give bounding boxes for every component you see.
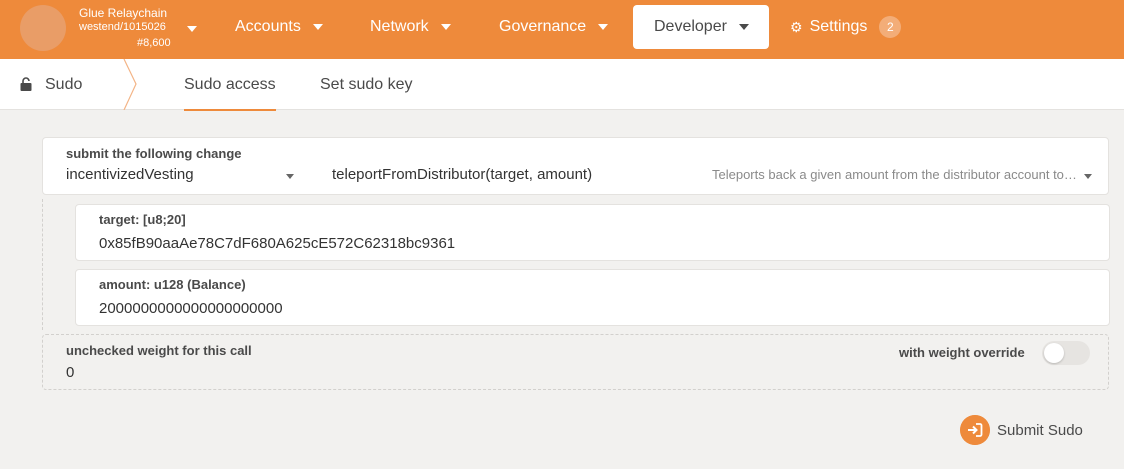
toggle-knob [1044, 343, 1064, 363]
nav-accounts[interactable]: Accounts [235, 5, 323, 49]
lock-icon [20, 77, 32, 91]
tab-sudo-access-label: Sudo access [184, 76, 276, 93]
gear-icon: ⚙ [790, 18, 803, 35]
chain-name: Glue Relaychain [79, 6, 168, 20]
chevron-down-icon [286, 174, 294, 179]
section-dropdown[interactable]: incentivizedVesting [66, 166, 296, 186]
tab-set-sudo-key[interactable]: Set sudo key [320, 59, 413, 110]
weight-override-label: with weight override [899, 345, 1025, 360]
chain-block-number: #8,600 [137, 37, 171, 49]
chevron-down-icon [738, 23, 749, 30]
param-amount: amount: u128 (Balance) [75, 269, 1110, 326]
param-target-input[interactable] [99, 233, 1089, 253]
nav-developer-label: Developer [654, 18, 727, 35]
nav-settings[interactable]: ⚙ Settings 2 [790, 5, 902, 49]
call-params: target: [u8;20] amount: u128 (Balance) [42, 199, 1110, 330]
method-description: Teleports back a given amount from the d… [712, 167, 1078, 182]
chevron-down-icon [312, 23, 323, 30]
nav-network-label: Network [370, 18, 429, 35]
nav-accounts-label: Accounts [235, 18, 301, 35]
chevron-down-icon [598, 23, 609, 30]
param-amount-input[interactable] [99, 298, 1089, 318]
weight-section: unchecked weight for this call 0 with we… [42, 334, 1109, 390]
sudo-section-label: Sudo [45, 76, 83, 93]
chain-version: westend/1015026 [79, 21, 166, 33]
method-dropdown[interactable]: teleportFromDistributor(target, amount) … [332, 166, 1094, 186]
chain-logo [20, 5, 66, 51]
nav-settings-label: Settings [809, 18, 868, 35]
nav-network[interactable]: Network [370, 5, 451, 49]
tab-set-sudo-key-label: Set sudo key [320, 76, 413, 93]
settings-badge: 2 [879, 15, 902, 38]
method-dropdown-value: teleportFromDistributor(target, amount) [332, 166, 593, 183]
nav-governance[interactable]: Governance [499, 5, 609, 49]
chevron-down-icon [1084, 174, 1092, 179]
nav-developer[interactable]: Developer [633, 5, 769, 49]
weight-label: unchecked weight for this call [66, 343, 252, 358]
sub-nav: Sudo Sudo access Set sudo key [0, 59, 1124, 111]
call-label: submit the following change [66, 146, 242, 161]
top-nav: Glue Relaychain westend/1015026 #8,600 A… [0, 0, 1124, 59]
call-selector: submit the following change incentivized… [42, 137, 1109, 195]
breadcrumb-separator [123, 59, 137, 110]
section-dropdown-value: incentivizedVesting [66, 166, 194, 183]
param-amount-label: amount: u128 (Balance) [99, 277, 246, 292]
weight-value: 0 [66, 364, 75, 381]
param-target-label: target: [u8;20] [99, 212, 186, 227]
nav-governance-label: Governance [499, 18, 587, 35]
chain-selector[interactable]: Glue Relaychain westend/1015026 #8,600 [16, 5, 206, 53]
chevron-down-icon [187, 26, 197, 32]
param-target: target: [u8;20] [75, 204, 1110, 261]
submit-sudo-label: Submit Sudo [997, 422, 1083, 439]
chevron-down-icon [440, 23, 451, 30]
weight-override-toggle[interactable] [1042, 341, 1090, 365]
sign-in-icon [960, 415, 990, 445]
tab-sudo-access[interactable]: Sudo access [163, 59, 297, 111]
